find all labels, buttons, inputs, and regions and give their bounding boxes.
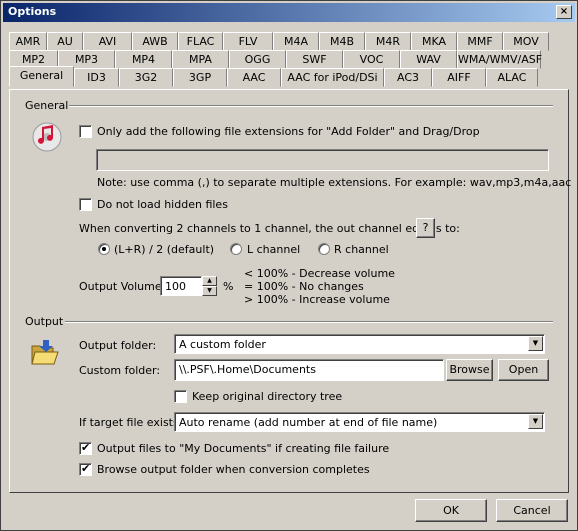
tabs-row-2: MP2 MP3 MP4 MPA OGG SWF VOC WAV WMA/WMV/… xyxy=(9,50,542,69)
volume-spinner[interactable]: ▲ ▼ xyxy=(202,276,217,296)
output-folder-select[interactable]: A custom folder ▼ xyxy=(174,334,545,354)
channel-prompt: When converting 2 channels to 1 channel,… xyxy=(79,222,460,235)
tab-avi[interactable]: AVI xyxy=(83,32,132,51)
tab-aiff[interactable]: AIFF xyxy=(432,68,486,87)
cancel-button[interactable]: Cancel xyxy=(496,499,568,522)
keep-tree-label: Keep original directory tree xyxy=(192,390,343,403)
radio-l-channel[interactable] xyxy=(230,243,242,255)
volume-label: Output Volume: xyxy=(79,280,166,293)
output-folder-label: Output folder: xyxy=(79,339,157,352)
browse-done-checkbox[interactable] xyxy=(79,462,92,476)
tab-swf[interactable]: SWF xyxy=(286,50,343,69)
tabs-row-1: AMR AU AVI AWB FLAC FLV M4A M4B M4R MKA … xyxy=(9,32,549,51)
no-hidden-checkbox[interactable] xyxy=(79,198,92,211)
tab-voc[interactable]: VOC xyxy=(343,50,400,69)
tab-mpa[interactable]: MPA xyxy=(172,50,229,69)
custom-folder-input[interactable]: \\.PSF\.Home\Documents xyxy=(174,359,444,381)
radio-l-label: L channel xyxy=(247,243,301,256)
radio-r-label: R channel xyxy=(334,243,389,256)
keep-tree-checkbox[interactable] xyxy=(174,390,187,403)
tab-general[interactable]: General xyxy=(9,66,74,87)
tab-aac[interactable]: AAC xyxy=(227,68,281,87)
output-divider xyxy=(65,321,553,323)
general-section-label: General xyxy=(25,99,69,112)
tab-wav[interactable]: WAV xyxy=(400,50,457,69)
my-docs-checkbox[interactable] xyxy=(79,441,92,455)
channel-help-button[interactable]: ? xyxy=(416,218,435,238)
general-divider xyxy=(69,105,553,107)
output-section-label: Output xyxy=(25,315,64,328)
dropdown-arrow-icon[interactable]: ▼ xyxy=(528,336,543,351)
exists-label: If target file exists xyxy=(79,416,179,429)
tab-m4a[interactable]: M4A xyxy=(273,32,319,51)
only-add-ext-label: Only add the following file extensions f… xyxy=(97,125,480,138)
browse-done-label: Browse output folder when conversion com… xyxy=(97,463,370,476)
output-folder-value: A custom folder xyxy=(179,338,266,351)
volume-note-decrease: < 100% - Decrease volume xyxy=(244,267,395,280)
radio-lr-default[interactable] xyxy=(98,243,110,255)
tab-mka[interactable]: MKA xyxy=(411,32,457,51)
tab-3gp[interactable]: 3GP xyxy=(173,68,227,87)
title-bar: Options × xyxy=(3,3,575,22)
browse-button[interactable]: Browse xyxy=(446,359,493,381)
music-note-icon xyxy=(31,121,63,153)
no-hidden-label: Do not load hidden files xyxy=(97,198,228,211)
exists-value: Auto rename (add number at end of file n… xyxy=(179,416,438,429)
spin-down-icon[interactable]: ▼ xyxy=(202,286,217,296)
extensions-note: Note: use comma (,) to separate multiple… xyxy=(97,176,572,189)
tabs-row-3: General ID3 3G2 3GP AAC AAC for iPod/DSi… xyxy=(9,66,538,87)
open-folder-icon xyxy=(29,337,61,369)
tab-mmf[interactable]: MMF xyxy=(457,32,503,51)
tab-ac3[interactable]: AC3 xyxy=(384,68,432,87)
window-title: Options xyxy=(8,5,57,18)
tab-wma-wmv-asf[interactable]: WMA/WMV/ASF xyxy=(457,50,542,69)
tab-au[interactable]: AU xyxy=(47,32,83,51)
exists-select[interactable]: Auto rename (add number at end of file n… xyxy=(174,412,545,432)
tab-ogg[interactable]: OGG xyxy=(229,50,286,69)
spin-up-icon[interactable]: ▲ xyxy=(202,276,217,286)
dropdown-arrow-icon[interactable]: ▼ xyxy=(528,414,543,429)
tab-mp4[interactable]: MP4 xyxy=(115,50,172,69)
extensions-input[interactable] xyxy=(96,149,549,171)
tab-m4r[interactable]: M4R xyxy=(365,32,411,51)
options-window: Options × AMR AU AVI AWB FLAC FLV M4A M4… xyxy=(0,0,578,531)
tab-id3[interactable]: ID3 xyxy=(74,68,119,87)
volume-unit: % xyxy=(223,280,234,293)
tab-flv[interactable]: FLV xyxy=(223,32,273,51)
tab-flac[interactable]: FLAC xyxy=(178,32,223,51)
tab-mov[interactable]: MOV xyxy=(503,32,549,51)
tab-aac-ipod[interactable]: AAC for iPod/DSi xyxy=(281,68,384,87)
volume-note-increase: > 100% - Increase volume xyxy=(244,293,390,306)
tab-awb[interactable]: AWB xyxy=(132,32,178,51)
close-button[interactable]: × xyxy=(556,5,572,19)
tab-alac[interactable]: ALAC xyxy=(486,68,538,87)
radio-lr-label: (L+R) / 2 (default) xyxy=(114,243,215,256)
tab-amr[interactable]: AMR xyxy=(9,32,47,51)
radio-r-channel[interactable] xyxy=(318,243,330,255)
my-docs-label: Output files to "My Documents" if creati… xyxy=(97,442,390,455)
volume-input[interactable]: 100 xyxy=(160,276,202,296)
tab-3g2[interactable]: 3G2 xyxy=(119,68,173,87)
volume-note-nochange: = 100% - No changes xyxy=(244,280,364,293)
custom-folder-label: Custom folder: xyxy=(79,364,161,377)
only-add-ext-checkbox[interactable] xyxy=(79,125,92,138)
open-button[interactable]: Open xyxy=(498,359,549,381)
tab-m4b[interactable]: M4B xyxy=(319,32,365,51)
ok-button[interactable]: OK xyxy=(415,499,487,522)
